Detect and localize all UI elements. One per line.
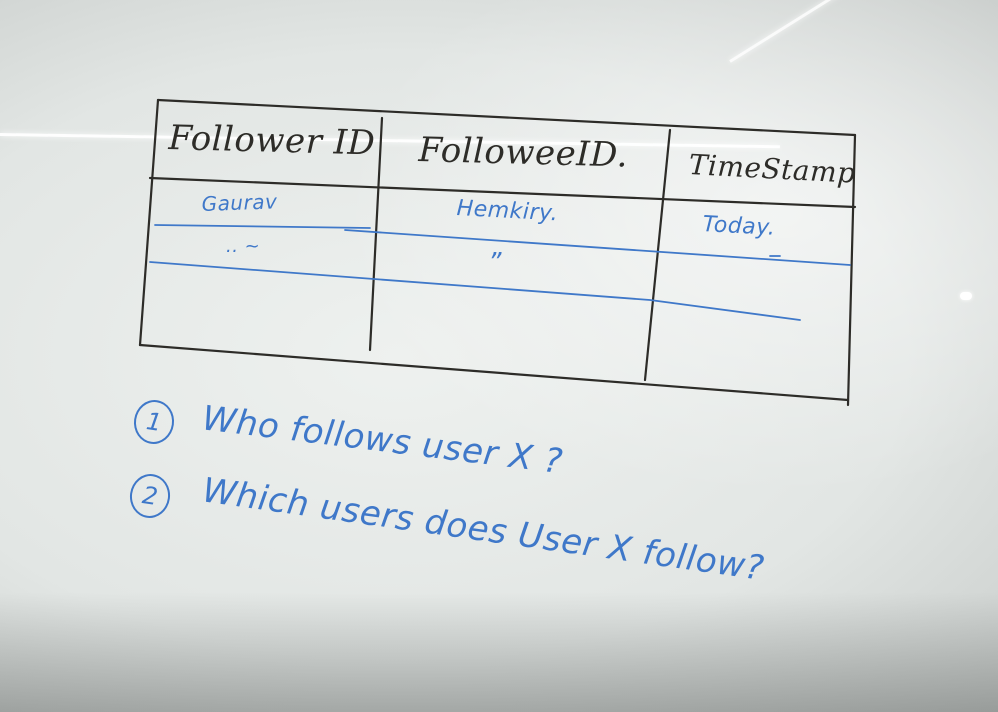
table-grid xyxy=(138,98,857,407)
table-cell: Today. xyxy=(702,212,777,241)
whiteboard: Follower ID FolloweeID. TimeStamp Gaurav… xyxy=(0,0,998,712)
table-cell: ” xyxy=(488,248,502,278)
row-line xyxy=(149,261,801,321)
row-line xyxy=(154,224,371,229)
table-left-border xyxy=(138,98,160,347)
table-cell: Gaurav xyxy=(201,189,278,216)
table-bottom-border xyxy=(138,343,850,402)
column-divider xyxy=(643,128,672,382)
table-header-cell: FolloweeID. xyxy=(418,130,629,176)
table-cell: .. ~ xyxy=(226,236,261,257)
table-header-cell: Follower ID xyxy=(168,118,376,164)
table-cell: Hemkiry. xyxy=(456,196,559,227)
